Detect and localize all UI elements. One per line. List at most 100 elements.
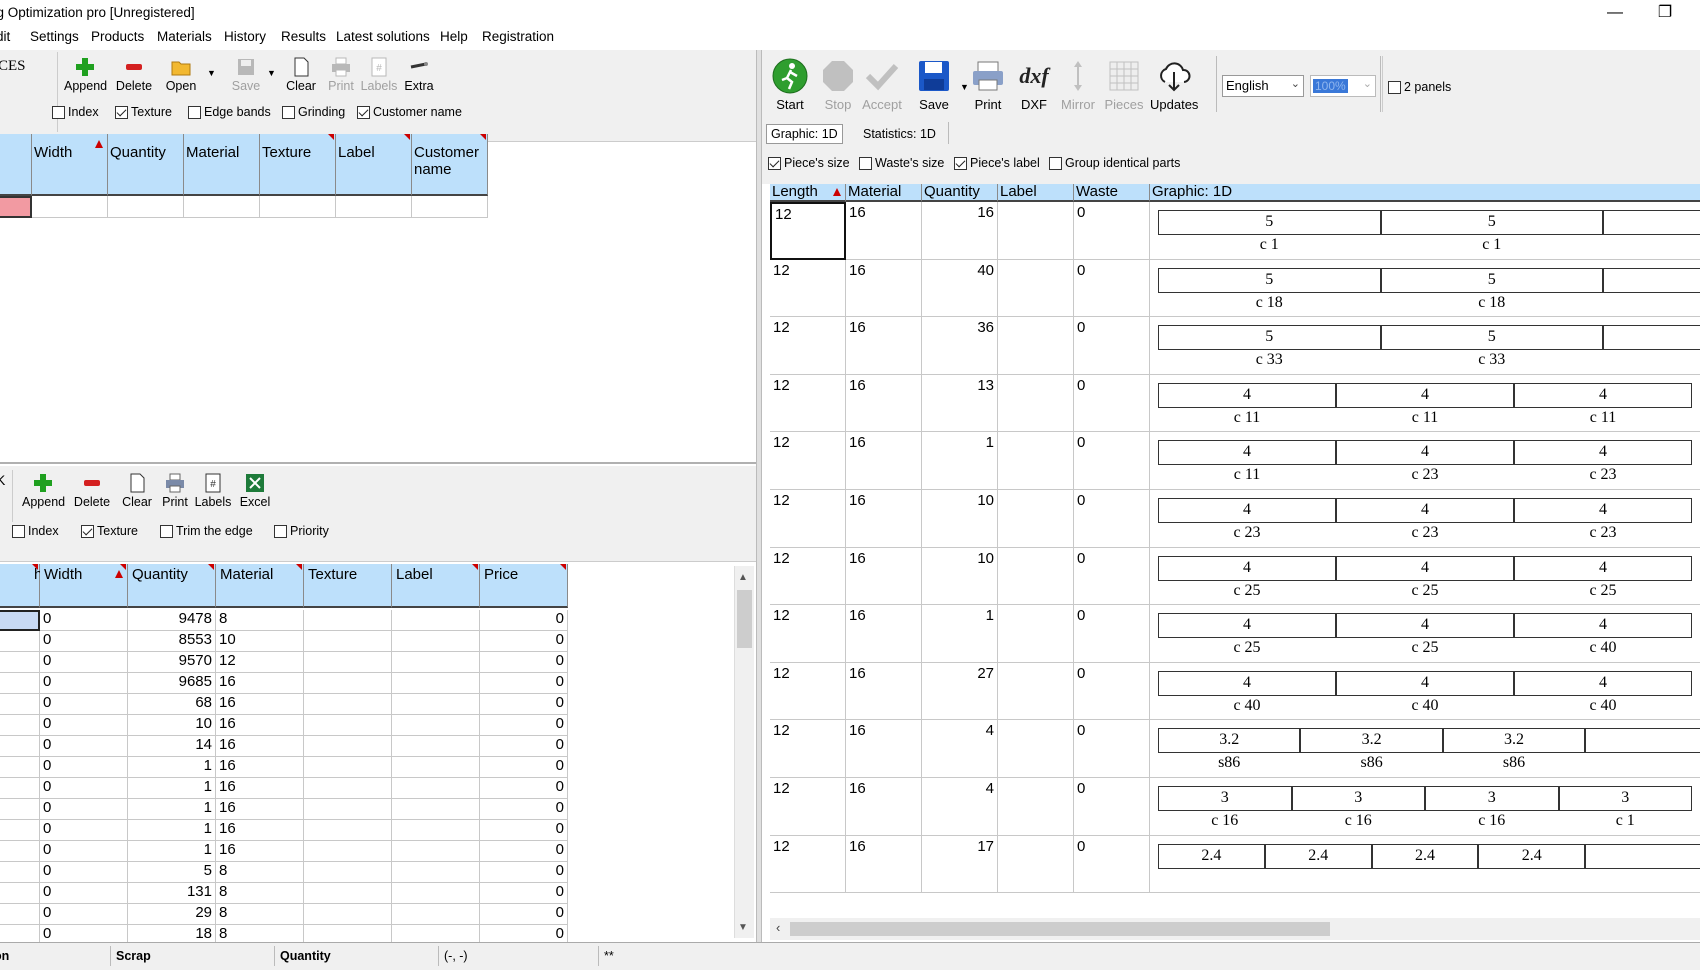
menu-item-settings[interactable]: Settings (30, 29, 79, 44)
print-button[interactable]: Print (964, 58, 1012, 112)
result-cell[interactable]: 16 (846, 835, 922, 894)
result-cell[interactable]: 16 (846, 490, 922, 548)
piece-bar[interactable]: 2.4 (1158, 843, 1265, 869)
table-cell[interactable]: 1 (128, 778, 216, 799)
table-cell[interactable]: 16 (216, 673, 304, 694)
result-cell[interactable]: 17 (922, 835, 998, 894)
zoom-select[interactable]: 100% ⌄ (1310, 75, 1376, 97)
column-header-waste[interactable]: Waste (1074, 184, 1150, 202)
empty-cell[interactable] (412, 196, 488, 218)
texture-checkbox[interactable]: Texture (81, 524, 138, 538)
table-cell[interactable] (304, 652, 392, 673)
table-cell[interactable]: 0 (40, 799, 128, 820)
piece-bar[interactable]: 3 (1558, 786, 1692, 811)
result-cell[interactable]: 0 (1074, 317, 1150, 375)
table-cell[interactable] (304, 862, 392, 883)
column-header-texture[interactable]: Texture (260, 134, 336, 196)
result-cell[interactable] (998, 490, 1074, 548)
table-cell[interactable] (0, 631, 40, 652)
checkbox-box[interactable] (954, 156, 967, 170)
table-cell[interactable]: 16 (216, 778, 304, 799)
checkbox-box[interactable] (81, 524, 94, 538)
table-cell[interactable] (0, 715, 40, 736)
priority-checkbox[interactable]: Priority (274, 524, 329, 538)
table-cell[interactable]: 0 (480, 862, 568, 883)
extra-button[interactable]: Extra (398, 56, 440, 93)
piece-bar[interactable]: 4 (1336, 382, 1514, 408)
table-cell[interactable] (304, 799, 392, 820)
table-cell[interactable] (0, 757, 40, 778)
table-row[interactable]: 0 8553 10 0 (0, 631, 570, 652)
column-header-quantity[interactable]: Quantity (128, 564, 216, 608)
table-cell[interactable]: 1 (128, 757, 216, 778)
result-row[interactable]: 12 16 10 0 4 c 25 4 c 25 4 c 25 (762, 547, 1700, 606)
result-row[interactable]: 12 16 10 0 4 c 23 4 c 23 4 c 23 (762, 490, 1700, 548)
table-cell[interactable] (392, 883, 480, 904)
piece-bar[interactable] (1603, 267, 1700, 293)
language-select[interactable]: English ⌄ (1222, 75, 1304, 97)
table-row[interactable]: 0 1 16 0 (0, 778, 570, 799)
customer-name-checkbox[interactable]: Customer name (357, 105, 462, 119)
result-cell[interactable]: 12 (770, 202, 846, 260)
result-cell[interactable]: 13 (922, 374, 998, 433)
piece-bar[interactable]: 4 (1158, 555, 1336, 581)
updates-button[interactable]: Updates (1150, 58, 1198, 112)
result-cell[interactable] (998, 432, 1074, 490)
piece-bar[interactable]: 2.4 (1478, 843, 1586, 869)
piece-bar[interactable]: 4 (1514, 555, 1692, 581)
piece-bar[interactable]: 3 (1291, 786, 1425, 811)
column-header-graphic-1d[interactable]: Graphic: 1D (1150, 184, 1700, 202)
result-row[interactable]: 12 16 17 0 2.4 2.4 2.4 2.4 (762, 835, 1700, 894)
table-cell[interactable] (0, 862, 40, 883)
table-cell[interactable]: 29 (128, 904, 216, 925)
table-row[interactable]: 0580 (0, 862, 570, 883)
result-cell[interactable]: 36 (922, 317, 998, 375)
result-cell[interactable] (998, 662, 1074, 721)
checkbox-box[interactable] (160, 524, 173, 538)
column-header-h[interactable]: h (0, 134, 32, 196)
result-cell[interactable]: 0 (1074, 490, 1150, 548)
result-row[interactable]: 12 16 4 0 3 c 16 3 c 16 3 c 16 3 c 1 (762, 778, 1700, 836)
index-checkbox[interactable]: Index (52, 105, 99, 119)
piece-bar[interactable]: 3.2 (1158, 728, 1301, 754)
scroll-down-icon[interactable]: ▼ (738, 922, 748, 933)
table-cell[interactable]: 16 (216, 694, 304, 715)
empty-cell[interactable] (260, 196, 336, 218)
print-button[interactable]: Print (320, 56, 362, 93)
column-header-label[interactable]: Label (998, 184, 1074, 202)
table-cell[interactable]: 0 (480, 694, 568, 715)
result-cell[interactable]: 0 (1074, 662, 1150, 721)
result-cell[interactable]: 4 (922, 778, 998, 836)
column-header-material[interactable]: Material (846, 184, 922, 202)
piece-bar[interactable]: 4 (1158, 670, 1336, 696)
result-row[interactable]: 12 16 16 0 5 c 15c 1 (762, 202, 1700, 260)
column-header-price[interactable]: Price (480, 564, 568, 608)
table-cell[interactable] (0, 778, 40, 799)
result-cell[interactable]: 16 (846, 662, 922, 721)
result-cell[interactable] (998, 202, 1074, 260)
result-row[interactable]: 12 16 13 0 4 c 11 4 c 11 4 c 11 (762, 374, 1700, 433)
piece-s-size-checkbox[interactable]: Piece's size (768, 156, 850, 170)
checkbox-box[interactable] (115, 105, 128, 119)
piece-bar[interactable]: 4 (1514, 498, 1692, 523)
result-cell[interactable] (998, 317, 1074, 375)
table-cell[interactable]: 0 (480, 631, 568, 652)
table-cell[interactable] (0, 610, 40, 631)
table-cell[interactable]: 0 (480, 904, 568, 925)
chevron-down-icon[interactable]: ▼ (267, 68, 276, 78)
table-cell[interactable]: 1 (128, 799, 216, 820)
table-cell[interactable] (392, 715, 480, 736)
two-panels-checkbox[interactable]: 2 panels (1388, 80, 1451, 94)
table-cell[interactable]: 0 (480, 883, 568, 904)
result-row[interactable]: 12 16 27 0 4 c 40 4 c 40 4 c 40 (762, 662, 1700, 721)
table-cell[interactable]: 0 (40, 778, 128, 799)
table-cell[interactable]: 16 (216, 841, 304, 862)
column-header-length[interactable]: Length (770, 184, 846, 202)
table-cell[interactable]: 8553 (128, 631, 216, 652)
stop-button[interactable]: Stop (814, 58, 862, 112)
table-cell[interactable]: 9685 (128, 673, 216, 694)
table-cell[interactable]: 0 (40, 610, 128, 631)
piece-bar[interactable]: 5 (1380, 325, 1603, 351)
result-cell[interactable]: 0 (1074, 720, 1150, 778)
results-grid[interactable]: Length Material Quantity Label Waste Graphic:… (762, 184, 1700, 942)
